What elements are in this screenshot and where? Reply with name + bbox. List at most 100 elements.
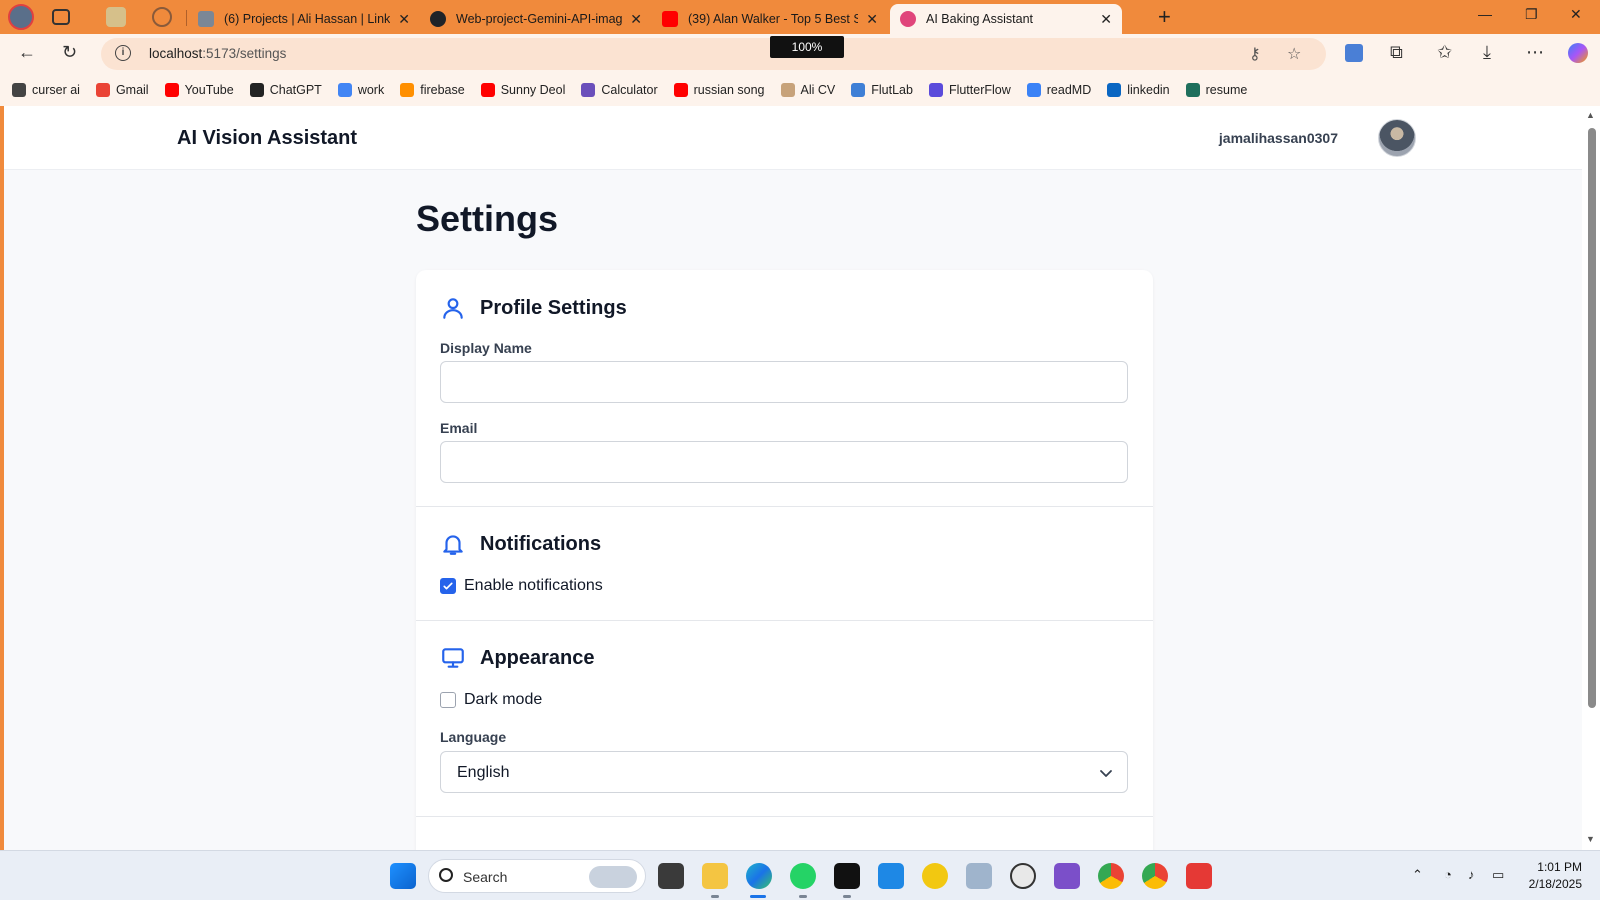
copilot-icon[interactable] bbox=[1568, 43, 1588, 63]
bookmark-label: Sunny Deol bbox=[500, 83, 566, 97]
key-icon[interactable]: ⚷ bbox=[1249, 44, 1261, 64]
running-indicator bbox=[843, 895, 851, 898]
minimize-icon[interactable]: — bbox=[1478, 6, 1492, 22]
close-window-icon[interactable]: ✕ bbox=[1570, 6, 1582, 23]
dark-mode-checkbox[interactable] bbox=[440, 692, 456, 708]
dark-mode-row[interactable]: Dark mode bbox=[440, 691, 542, 709]
volume-icon[interactable]: ♪ bbox=[1468, 867, 1475, 882]
checkmark-icon bbox=[443, 582, 453, 590]
task-view-icon[interactable] bbox=[658, 863, 684, 889]
search-highlight-icon bbox=[589, 866, 637, 888]
chrome-icon[interactable] bbox=[1142, 863, 1168, 889]
vscode-icon[interactable] bbox=[878, 863, 904, 889]
more-menu-icon[interactable]: ⋯ bbox=[1526, 42, 1544, 63]
profile-section-header: Profile Settings bbox=[440, 295, 627, 321]
bookmark-linkedin[interactable]: linkedin bbox=[1107, 83, 1170, 97]
email-input[interactable] bbox=[440, 441, 1128, 483]
whatsapp-icon[interactable] bbox=[790, 863, 816, 889]
bookmark-russian-song[interactable]: russian song bbox=[673, 83, 765, 97]
profile-settings-title: Profile Settings bbox=[480, 296, 627, 319]
close-icon[interactable]: ✕ bbox=[866, 11, 878, 28]
new-tab-icon[interactable]: + bbox=[1158, 4, 1171, 30]
bookmark-label: curser ai bbox=[32, 83, 80, 97]
workspaces-icon[interactable] bbox=[52, 9, 70, 25]
restore-icon[interactable]: ❐ bbox=[1525, 6, 1538, 23]
appearance-section: Appearance Dark mode Language English bbox=[416, 620, 1153, 816]
tab-github[interactable]: Web-project-Gemini-API-image/ ✕ bbox=[420, 4, 652, 34]
username[interactable]: jamalihassan0307 bbox=[1219, 130, 1338, 146]
favorites-icon[interactable]: ✩ bbox=[1437, 42, 1452, 63]
file-explorer-icon[interactable] bbox=[702, 863, 728, 889]
postman-icon[interactable] bbox=[922, 863, 948, 889]
bookmark-work[interactable]: work bbox=[337, 83, 385, 97]
page-scrollbar[interactable]: ▲ ▼ bbox=[1582, 106, 1600, 850]
bookmark-youtube[interactable]: YouTube bbox=[164, 83, 234, 97]
bookmark-gmail[interactable]: Gmail bbox=[95, 83, 149, 97]
settings-card: Profile Settings Display Name Email Noti… bbox=[416, 270, 1153, 850]
bookmark-label: readMD bbox=[1046, 83, 1092, 97]
chrome-icon[interactable] bbox=[1098, 863, 1124, 889]
bookmark-label: YouTube bbox=[184, 83, 234, 97]
close-icon[interactable]: ✕ bbox=[1100, 11, 1112, 28]
bookmark-chatgpt[interactable]: ChatGPT bbox=[249, 83, 322, 97]
favorite-star-icon[interactable]: ☆ bbox=[1287, 44, 1301, 64]
bookmark-flutlab[interactable]: FlutLab bbox=[851, 83, 913, 97]
scroll-down-icon[interactable]: ▼ bbox=[1586, 834, 1595, 844]
display-name-input[interactable] bbox=[440, 361, 1128, 403]
enable-notifications-row[interactable]: Enable notifications bbox=[440, 577, 603, 595]
enable-notifications-checkbox[interactable] bbox=[440, 578, 456, 594]
bookmark-resume[interactable]: resume bbox=[1185, 83, 1247, 97]
address-bar[interactable]: i localhost:5173/settings ⚷ ☆ bbox=[101, 38, 1326, 70]
close-icon[interactable]: ✕ bbox=[630, 11, 642, 28]
pinned-tab-icon[interactable] bbox=[106, 7, 126, 27]
tab-title: Web-project-Gemini-API-image/ bbox=[456, 12, 623, 26]
system-clock[interactable]: 1:01 PM 2/18/2025 bbox=[1529, 859, 1582, 893]
language-select[interactable]: English bbox=[440, 751, 1128, 793]
downloads-icon[interactable]: ⤓ bbox=[1483, 42, 1491, 63]
app-icon bbox=[900, 11, 916, 27]
translate-icon[interactable] bbox=[1345, 44, 1363, 62]
page-title: Settings bbox=[416, 198, 559, 239]
bookmark-curser-ai[interactable]: curser ai bbox=[12, 83, 80, 97]
anydesk-icon[interactable] bbox=[1186, 863, 1212, 889]
bell-icon bbox=[443, 535, 463, 555]
bookmark-readmd[interactable]: readMD bbox=[1026, 83, 1092, 97]
clock-app-icon[interactable] bbox=[1010, 863, 1036, 889]
bookmark-flutterflow[interactable]: FlutterFlow bbox=[928, 83, 1011, 97]
bookmark-firebase[interactable]: firebase bbox=[400, 83, 465, 97]
scroll-up-icon[interactable]: ▲ bbox=[1586, 110, 1595, 120]
flutterflow-icon bbox=[928, 83, 943, 97]
scrollbar-thumb[interactable] bbox=[1588, 128, 1596, 708]
enable-notifications-label[interactable]: Enable notifications bbox=[464, 577, 603, 595]
bookmark-label: work bbox=[357, 83, 385, 97]
youtube-icon bbox=[662, 11, 678, 27]
capcut-icon[interactable] bbox=[834, 863, 860, 889]
bookmark-label: Ali CV bbox=[800, 83, 836, 97]
refresh-icon[interactable]: ↻ bbox=[62, 42, 77, 63]
close-icon[interactable]: ✕ bbox=[398, 11, 410, 28]
bookmark-calculator[interactable]: Calculator bbox=[581, 83, 658, 97]
site-info-icon[interactable]: i bbox=[115, 45, 131, 61]
pinned-tab-icon[interactable] bbox=[152, 7, 172, 27]
battery-icon[interactable]: ▭ bbox=[1492, 867, 1504, 883]
taskbar-search[interactable]: Search bbox=[428, 859, 646, 893]
show-hidden-icons-icon[interactable]: ⌃ bbox=[1412, 867, 1423, 883]
tab-youtube[interactable]: (39) Alan Walker - Top 5 Best Son ✕ bbox=[652, 4, 888, 34]
edge-icon[interactable] bbox=[746, 863, 772, 889]
tab-ai-baking-assistant[interactable]: AI Baking Assistant ✕ bbox=[890, 4, 1122, 34]
extensions-icon[interactable]: ⧉ bbox=[1390, 42, 1403, 63]
wifi-icon[interactable]: ◔ bbox=[1444, 867, 1452, 882]
bookmark-ali-cv[interactable]: Ali CV bbox=[780, 83, 836, 97]
url-text[interactable]: localhost:5173/settings bbox=[149, 46, 286, 61]
task-manager-icon[interactable] bbox=[966, 863, 992, 889]
app-brand[interactable]: AI Vision Assistant bbox=[177, 127, 357, 150]
dark-mode-label[interactable]: Dark mode bbox=[464, 691, 542, 709]
bookmark-sunny-deol[interactable]: Sunny Deol bbox=[480, 83, 566, 97]
browser-profile-avatar[interactable] bbox=[8, 4, 34, 30]
windows-start-icon[interactable] bbox=[390, 863, 416, 889]
tab-linkedin[interactable]: (6) Projects | Ali Hassan | LinkedIn ✕ bbox=[188, 4, 420, 34]
profile-section: Profile Settings Display Name Email bbox=[416, 270, 1153, 506]
visual-studio-icon[interactable] bbox=[1054, 863, 1080, 889]
back-icon[interactable]: ← bbox=[18, 42, 36, 63]
avatar[interactable] bbox=[1378, 119, 1416, 157]
